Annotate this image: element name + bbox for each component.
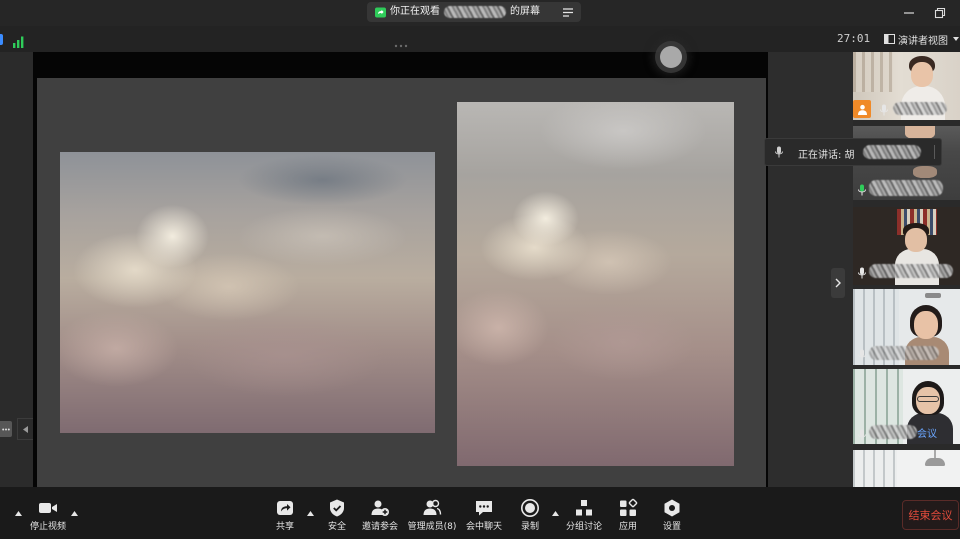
active-speaker-indicator: 正在讲话: 胡 xyxy=(764,138,942,166)
apps-icon xyxy=(620,498,638,516)
redacted-participant-name xyxy=(869,425,917,439)
meeting-toolbar: 停止视频 共享 安全 邀请参会 管理成员(8) 会中聊天 录制 分组讨论 应用 … xyxy=(0,487,960,539)
avatar-badge-icon xyxy=(853,100,871,118)
screen-share-banner[interactable]: 你正在观看 的屏幕 xyxy=(367,2,581,22)
restore-icon[interactable] xyxy=(933,6,947,20)
participant-figure xyxy=(905,228,927,252)
minimize-icon[interactable] xyxy=(902,6,916,20)
participant-figure xyxy=(914,311,938,339)
stop-video-label: 停止视频 xyxy=(29,522,66,532)
settings-label: 设置 xyxy=(662,522,681,532)
participant-background xyxy=(925,293,941,298)
participant-filmstrip: 会议 xyxy=(853,52,960,487)
video-camera-icon xyxy=(39,503,57,513)
meeting-timer: 27:01 xyxy=(837,32,871,45)
record-options-caret-icon[interactable] xyxy=(552,511,559,516)
microphone-icon xyxy=(858,429,866,441)
grid-view-icon xyxy=(884,34,895,44)
redacted-presenter-name xyxy=(444,5,506,19)
view-switch-label: 演讲者视图 xyxy=(898,35,948,47)
participant-name: 会议 xyxy=(917,429,937,440)
expand-panel-button[interactable] xyxy=(17,418,33,440)
share-label: 共享 xyxy=(275,522,294,532)
settings-icon xyxy=(664,499,680,517)
chat-bubble-icon xyxy=(476,501,492,516)
shared-screen-stage xyxy=(33,52,768,487)
participant-tile[interactable] xyxy=(853,289,960,365)
banner-prefix: 你正在观看 xyxy=(390,6,440,17)
chat-tab-icon[interactable] xyxy=(0,421,12,437)
screen-share-icon xyxy=(375,7,386,18)
shield-icon xyxy=(330,499,344,517)
participant-figure xyxy=(911,62,933,87)
record-icon xyxy=(521,499,539,517)
security-label: 安全 xyxy=(327,522,346,532)
participant-background xyxy=(853,450,897,487)
manage-participants-button[interactable]: 管理成员(8) xyxy=(402,487,462,539)
breakout-rooms-button[interactable]: 分组讨论 xyxy=(559,487,609,539)
redacted-speaker-name xyxy=(863,145,921,159)
share-options-caret-icon[interactable] xyxy=(307,511,314,516)
breakout-rooms-icon xyxy=(576,500,592,516)
record-button[interactable]: 录制 xyxy=(510,487,550,539)
participant-tile[interactable] xyxy=(853,207,960,285)
share-screen-icon xyxy=(277,501,293,515)
shared-screen-content xyxy=(37,78,766,487)
chevron-right-icon xyxy=(835,278,841,288)
people-icon xyxy=(423,499,442,515)
participant-tile[interactable] xyxy=(853,52,960,120)
microphone-icon xyxy=(775,146,783,158)
security-button[interactable]: 安全 xyxy=(317,487,357,539)
participant-background xyxy=(853,52,893,92)
audio-options-caret-icon[interactable] xyxy=(15,511,22,516)
chevron-left-icon xyxy=(23,425,28,433)
invite-label: 邀请参会 xyxy=(361,522,398,532)
title-bar: 你正在观看 的屏幕 xyxy=(0,0,960,26)
drag-handle-icon[interactable] xyxy=(394,33,408,52)
remote-pointer xyxy=(660,46,682,68)
record-label: 录制 xyxy=(520,522,539,532)
divider xyxy=(934,145,935,159)
left-rail xyxy=(0,52,33,487)
participant-tile[interactable]: 会议 xyxy=(853,369,960,444)
video-options-caret-icon[interactable] xyxy=(71,511,78,516)
chat-button[interactable]: 会中聊天 xyxy=(459,487,509,539)
settings-button[interactable]: 设置 xyxy=(652,487,692,539)
manage-participants-label: 管理成员(8) xyxy=(407,522,457,532)
apps-label: 应用 xyxy=(618,522,637,532)
view-switch-button[interactable]: 演讲者视图 xyxy=(884,31,959,47)
microphone-icon xyxy=(880,104,888,116)
participant-glasses xyxy=(917,396,939,402)
apps-button[interactable]: 应用 xyxy=(608,487,648,539)
chat-label: 会中聊天 xyxy=(465,522,502,532)
collapse-filmstrip-button[interactable] xyxy=(831,268,845,298)
microphone-icon xyxy=(858,267,866,279)
banner-suffix: 的屏幕 xyxy=(510,6,540,17)
participant-figure xyxy=(913,166,937,178)
meeting-info-bar: 27:01 演讲者视图 xyxy=(0,26,960,52)
redacted-participant-name xyxy=(869,346,939,360)
microphone-icon xyxy=(858,184,866,196)
cloud-photo-left xyxy=(60,152,435,433)
participant-tile[interactable] xyxy=(853,450,960,487)
meeting-info-icon[interactable] xyxy=(0,34,3,45)
end-meeting-button[interactable]: 结束会议 xyxy=(902,500,959,530)
stop-video-button[interactable]: 停止视频 xyxy=(26,487,70,539)
invite-button[interactable]: 邀请参会 xyxy=(355,487,405,539)
redacted-participant-name xyxy=(893,102,947,115)
cloud-photo-right xyxy=(457,102,734,466)
menu-icon[interactable] xyxy=(563,7,573,17)
microphone-icon xyxy=(858,349,866,361)
redacted-participant-name xyxy=(869,264,953,278)
participant-background xyxy=(925,458,945,466)
chevron-down-icon xyxy=(953,37,959,41)
add-person-icon xyxy=(371,500,389,516)
active-speaker-label: 正在讲话: 胡 xyxy=(798,150,855,161)
redacted-participant-name xyxy=(869,180,943,196)
breakout-rooms-label: 分组讨论 xyxy=(565,522,602,532)
share-button[interactable]: 共享 xyxy=(265,487,305,539)
signal-bars-icon[interactable] xyxy=(13,33,24,52)
